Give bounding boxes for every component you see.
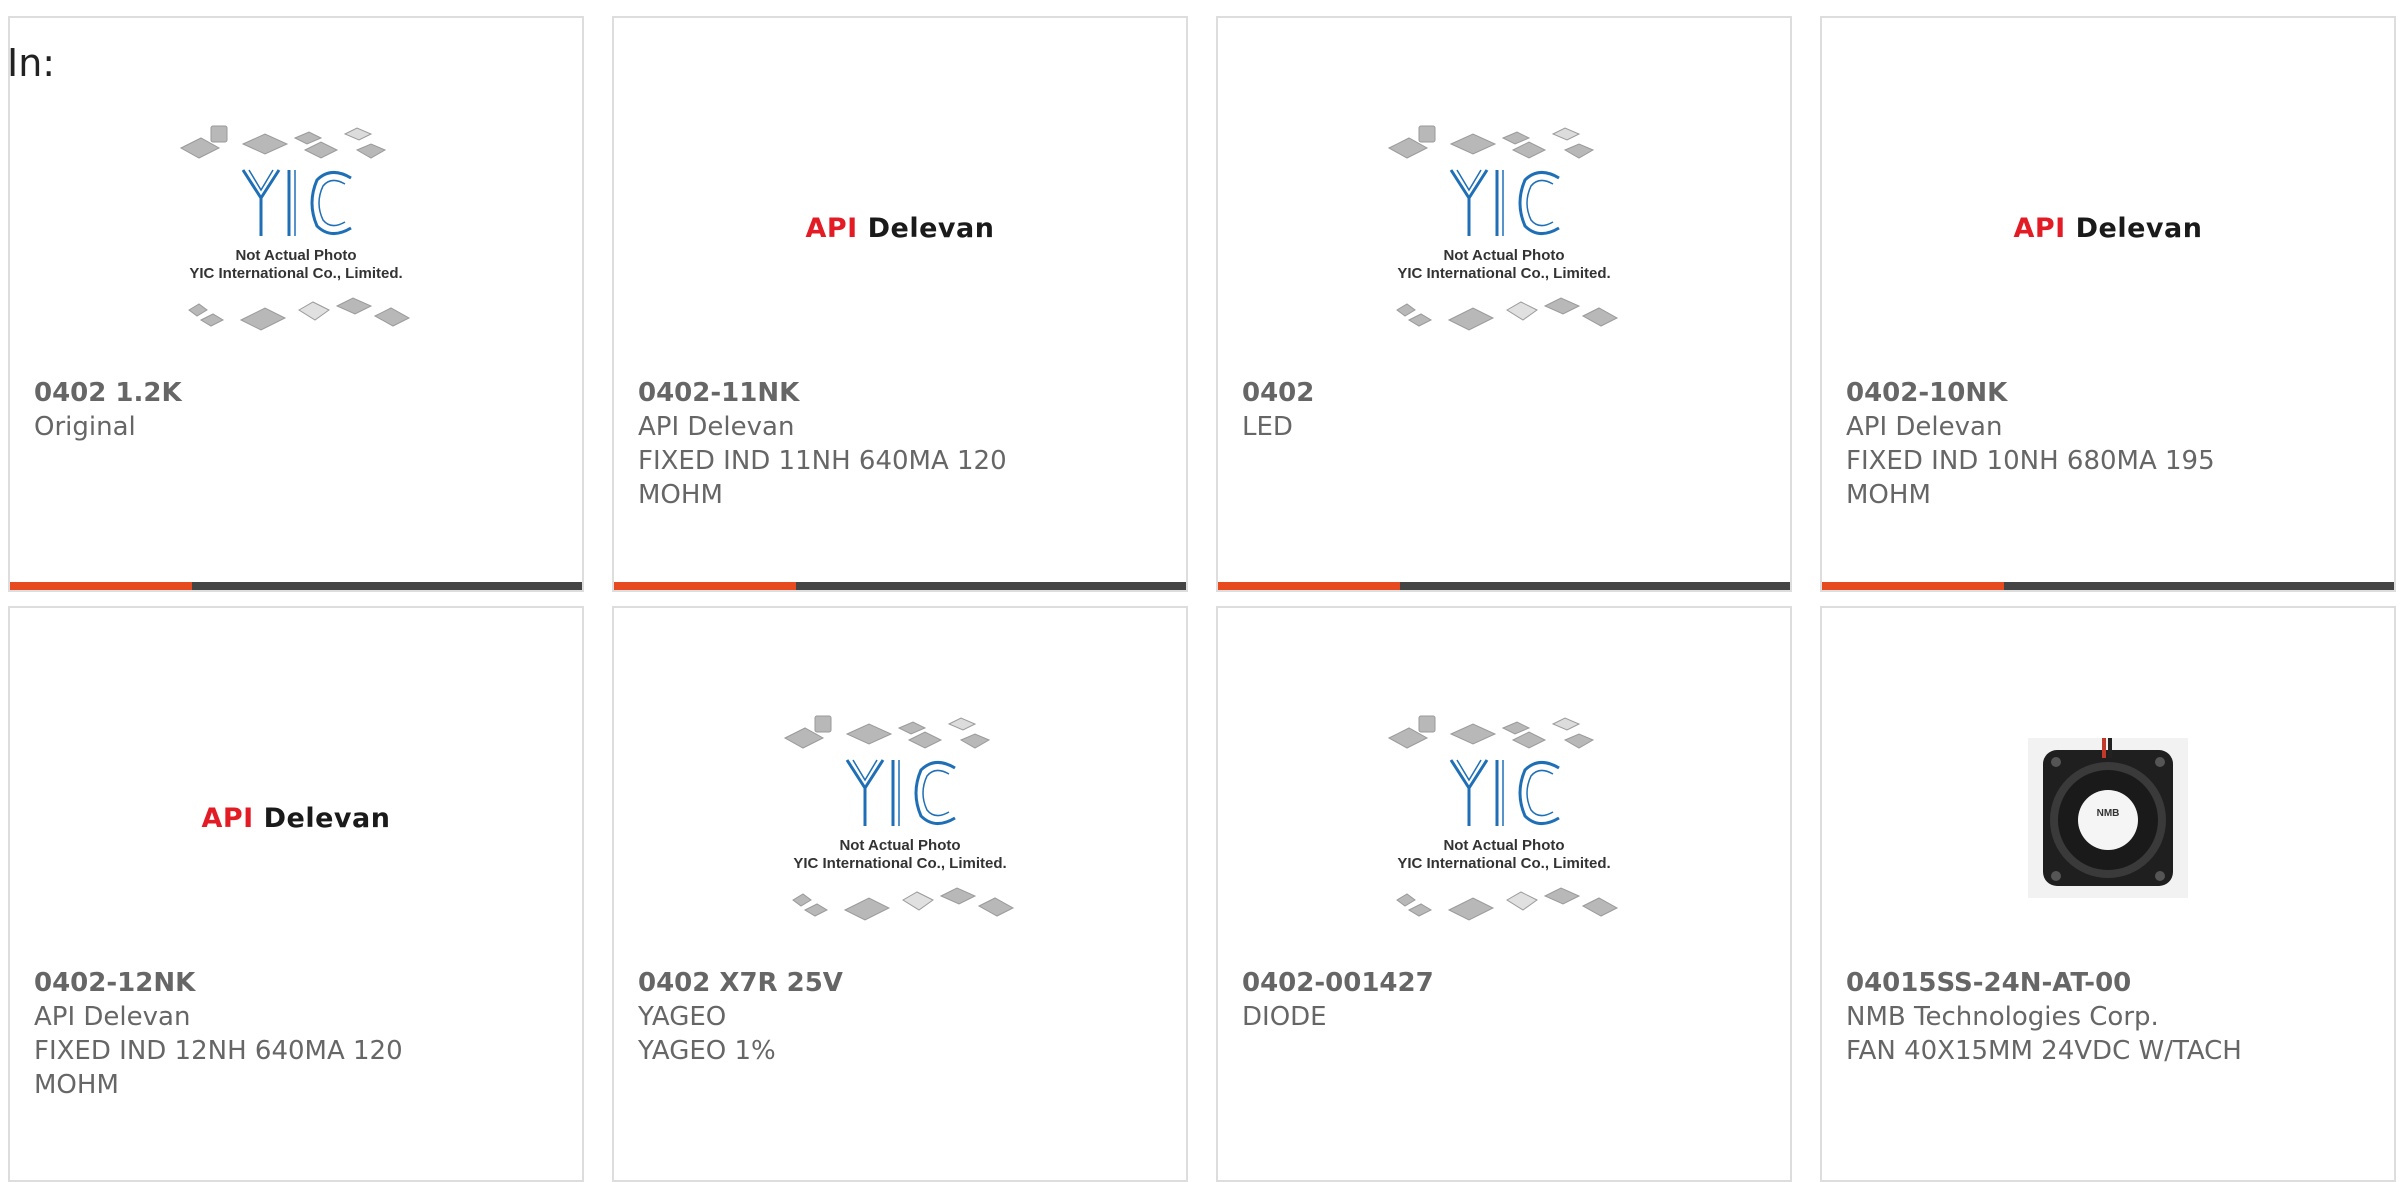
part-number[interactable]: 04015SS-24N-AT-00 (1846, 966, 2266, 1000)
card-bar-accent (1822, 582, 2004, 590)
product-detail-line: MOHM (1846, 480, 1931, 510)
product-image[interactable]: Not Actual Photo YIC International Co., … (1218, 88, 1790, 368)
api-delevan-logo: API Delevan (201, 802, 391, 834)
product-image[interactable]: Not Actual Photo YIC International Co., … (614, 678, 1186, 958)
product-info: 0402-001427 DIODE (1242, 966, 1662, 1034)
product-info: 0402 LED (1242, 376, 1662, 444)
product-detail-line: MOHM (638, 480, 723, 510)
product-detail-line: DIODE (1242, 1002, 1327, 1032)
product-detail-line: YAGEO 1% (638, 1036, 776, 1066)
product-info: 04015SS-24N-AT-00 NMB Technologies Corp. F… (1846, 966, 2266, 1068)
product-image[interactable]: NMB (1822, 678, 2394, 958)
product-info: 0402-11NK API Delevan FIXED IND 11NH 640MA… (638, 376, 1058, 512)
card-bottom-bar (614, 582, 1186, 590)
placeholder-line2: YIC International Co., Limited. (1397, 855, 1610, 872)
yic-logo-icon (1449, 169, 1560, 236)
fan-photo: NMB (2028, 738, 2188, 898)
product-info: 0402-12NK API Delevan FIXED IND 12NH 640MA… (34, 966, 454, 1102)
product-detail-line: API Delevan (1846, 412, 2003, 442)
product-detail-line: API Delevan (638, 412, 795, 442)
product-image[interactable]: Not Actual Photo YIC International Co., … (1218, 678, 1790, 958)
product-detail-line: Original (34, 412, 136, 442)
part-number[interactable]: 0402 (1242, 376, 1662, 410)
api-delevan-logo: API Delevan (805, 212, 995, 244)
part-number[interactable]: 0402-12NK (34, 966, 454, 1000)
product-image[interactable]: API Delevan (10, 678, 582, 958)
product-detail-line: API Delevan (34, 1002, 191, 1032)
card-bar-accent (1218, 582, 1400, 590)
svg-text:NMB: NMB (2097, 808, 2120, 819)
placeholder-line2: YIC International Co., Limited. (189, 265, 402, 282)
chip-placeholder-image: Not Actual Photo YIC International Co., … (1387, 715, 1619, 921)
part-number[interactable]: 0402-10NK (1846, 376, 2266, 410)
placeholder-line1: Not Actual Photo (235, 247, 356, 264)
part-number[interactable]: 0402-11NK (638, 376, 1058, 410)
card-bar-accent (614, 582, 796, 590)
product-detail-line: FIXED IND 10NH 680MA 195 (1846, 446, 2215, 476)
yic-logo-icon (1449, 759, 1560, 826)
product-card[interactable]: Not Actual Photo YIC International Co., … (1216, 16, 1792, 592)
product-image[interactable]: API Delevan (614, 88, 1186, 368)
api-delevan-logo: API Delevan (2013, 212, 2203, 244)
product-card[interactable]: Not Actual Photo YIC International Co., … (612, 606, 1188, 1182)
product-image[interactable]: API Delevan (1822, 88, 2394, 368)
product-card[interactable]: API Delevan 0402-11NK API Delevan FIXED IN… (612, 16, 1188, 592)
product-detail-line: LED (1242, 412, 1293, 442)
chip-placeholder-image: Not Actual Photo YIC International Co., … (783, 715, 1015, 921)
chip-placeholder-image: Not Actual Photo YIC International Co., … (179, 125, 411, 331)
in-label: In: (7, 41, 56, 85)
product-card[interactable]: API Delevan 0402-10NK API Delevan FIXED IN… (1820, 16, 2396, 592)
product-detail-line: FIXED IND 11NH 640MA 120 (638, 446, 1007, 476)
product-info: 0402 X7R 25V YAGEO YAGEO 1% (638, 966, 1058, 1068)
product-info: 0402 1.2K Original (34, 376, 454, 444)
yic-logo-icon (845, 759, 956, 826)
product-detail-line: FAN 40X15MM 24VDC W/TACH (1846, 1036, 2242, 1066)
chip-placeholder-image: Not Actual Photo YIC International Co., … (1387, 125, 1619, 331)
product-detail-line: NMB Technologies Corp. (1846, 1002, 2159, 1032)
placeholder-line1: Not Actual Photo (839, 837, 960, 854)
placeholder-line1: Not Actual Photo (1443, 837, 1564, 854)
part-number[interactable]: 0402 1.2K (34, 376, 454, 410)
part-number[interactable]: 0402 X7R 25V (638, 966, 1058, 1000)
card-bottom-bar (10, 582, 582, 590)
product-detail-line: FIXED IND 12NH 640MA 120 (34, 1036, 403, 1066)
product-detail-line: YAGEO (638, 1002, 727, 1032)
yic-logo-icon (241, 169, 352, 236)
product-card[interactable]: NMB 04015SS-24N-AT-00 NMB Technologies Co… (1820, 606, 2396, 1182)
product-image[interactable]: Not Actual Photo YIC International Co., … (10, 88, 582, 368)
placeholder-line1: Not Actual Photo (1443, 247, 1564, 264)
card-bottom-bar (1822, 582, 2394, 590)
product-info: 0402-10NK API Delevan FIXED IND 10NH 680MA… (1846, 376, 2266, 512)
card-bar-accent (10, 582, 192, 590)
product-card[interactable]: Not Actual Photo YIC International Co., … (1216, 606, 1792, 1182)
placeholder-line2: YIC International Co., Limited. (793, 855, 1006, 872)
product-detail-line: MOHM (34, 1070, 119, 1100)
placeholder-line2: YIC International Co., Limited. (1397, 265, 1610, 282)
card-bottom-bar (1218, 582, 1790, 590)
part-number[interactable]: 0402-001427 (1242, 966, 1662, 1000)
product-card[interactable]: Not Actual Photo YIC International Co., … (8, 16, 584, 592)
product-card[interactable]: API Delevan 0402-12NK API Delevan FIXED IN… (8, 606, 584, 1182)
